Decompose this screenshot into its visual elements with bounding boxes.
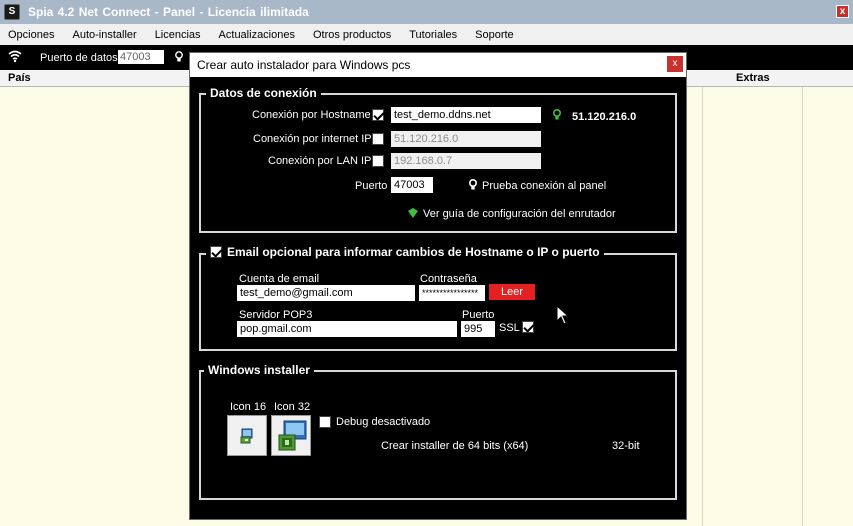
read-button[interactable]: Leer [489,284,535,300]
dialog-close-button[interactable]: x [666,55,684,73]
hostname-input[interactable]: test_demo.ddns.net [391,107,541,123]
ssl-checkbox[interactable] [522,321,534,333]
test-connection-link[interactable]: Prueba conexión al panel [482,180,606,192]
internet-ip-input[interactable]: 51.120.216.0 [391,131,541,147]
window-title: Spia 4.2 Net Connect - Panel - Licencia … [28,5,309,19]
green-lightbulb-icon [553,109,561,120]
internet-ip-checkbox[interactable] [372,133,384,145]
installer-legend: Windows installer [204,363,314,377]
password-input[interactable]: **************** [419,285,485,301]
port-label: Puerto [355,180,388,192]
create-64bit-label[interactable]: Crear installer de 64 bits (x64) [381,440,528,452]
password-label: Contraseña [420,273,477,285]
wifi-icon[interactable] [8,49,22,63]
spia-logo-icon: S [4,4,20,20]
email-legend-row: Email opcional para informar cambios de … [206,245,604,259]
icon16-button[interactable] [227,415,267,456]
lan-ip-input[interactable]: 192.168.0.7 [391,153,541,169]
column-header-pais[interactable]: País [8,72,31,84]
column-divider [802,70,803,526]
close-window-button[interactable]: x [836,5,849,18]
email-enable-checkbox[interactable] [210,246,222,258]
lightbulb-icon [469,179,477,190]
installer-16-icon [240,428,253,444]
lightbulb-icon[interactable] [174,51,184,63]
menu-tutoriales[interactable]: Tutoriales [400,29,466,41]
dialog-title-bar: Crear auto instalador para Windows pcs x [190,53,686,77]
email-legend: Email opcional para informar cambios de … [227,245,600,259]
debug-label: Debug desactivado [336,416,431,428]
debug-checkbox[interactable] [319,416,331,428]
app-window: S Spia 4.2 Net Connect - Panel - Licenci… [0,0,853,526]
pop3-port-input[interactable]: 995 [461,321,495,337]
icon32-button[interactable] [271,415,311,456]
data-port-label: Puerto de datos: [40,52,121,64]
router-guide-link[interactable]: Ver guía de configuración del enrutador [423,208,616,220]
menu-soporte[interactable]: Soporte [466,29,523,41]
email-account-input[interactable]: test_demo@gmail.com [237,285,415,301]
internet-ip-label: Conexión por internet IP [253,133,372,145]
menu-actualizaciones[interactable]: Actualizaciones [210,29,304,41]
title-bar: S Spia 4.2 Net Connect - Panel - Licenci… [0,0,853,24]
dialog-title: Crear auto instalador para Windows pcs [197,58,411,72]
bits-label: 32-bit [612,440,640,452]
column-header-extras[interactable]: Extras [736,72,770,84]
column-divider [702,70,703,526]
pop3-label: Servidor POP3 [239,309,313,321]
hostname-label: Conexión por Hostname [252,109,371,121]
installer-32-icon [278,420,307,451]
icon32-label: Icon 32 [274,401,311,413]
connection-legend: Datos de conexión [206,86,321,100]
installer-dialog: Crear auto instalador para Windows pcs x… [189,52,687,520]
email-account-label: Cuenta de email [239,273,320,285]
menu-opciones[interactable]: Opciones [0,29,63,41]
data-port-input[interactable]: 47003 [118,50,164,64]
menu-bar: Opciones Auto-installer Licencias Actual… [0,24,853,45]
ssl-label: SSL [499,322,520,334]
pop3-input[interactable]: pop.gmail.com [237,321,457,337]
menu-otros-productos[interactable]: Otros productos [304,29,400,41]
icon16-label: Icon 16 [230,401,267,413]
pop3-port-label: Puerto [462,309,495,321]
port-input[interactable]: 47003 [391,177,433,193]
lan-ip-label: Conexión por LAN IP [268,155,372,167]
resolved-ip: 51.120.216.0 [572,111,637,123]
green-diamond-icon [408,208,418,218]
menu-auto-installer[interactable]: Auto-installer [63,29,145,41]
lan-ip-checkbox[interactable] [372,155,384,167]
menu-licencias[interactable]: Licencias [146,29,210,41]
hostname-checkbox[interactable] [372,109,384,121]
mouse-cursor-icon [556,305,570,325]
